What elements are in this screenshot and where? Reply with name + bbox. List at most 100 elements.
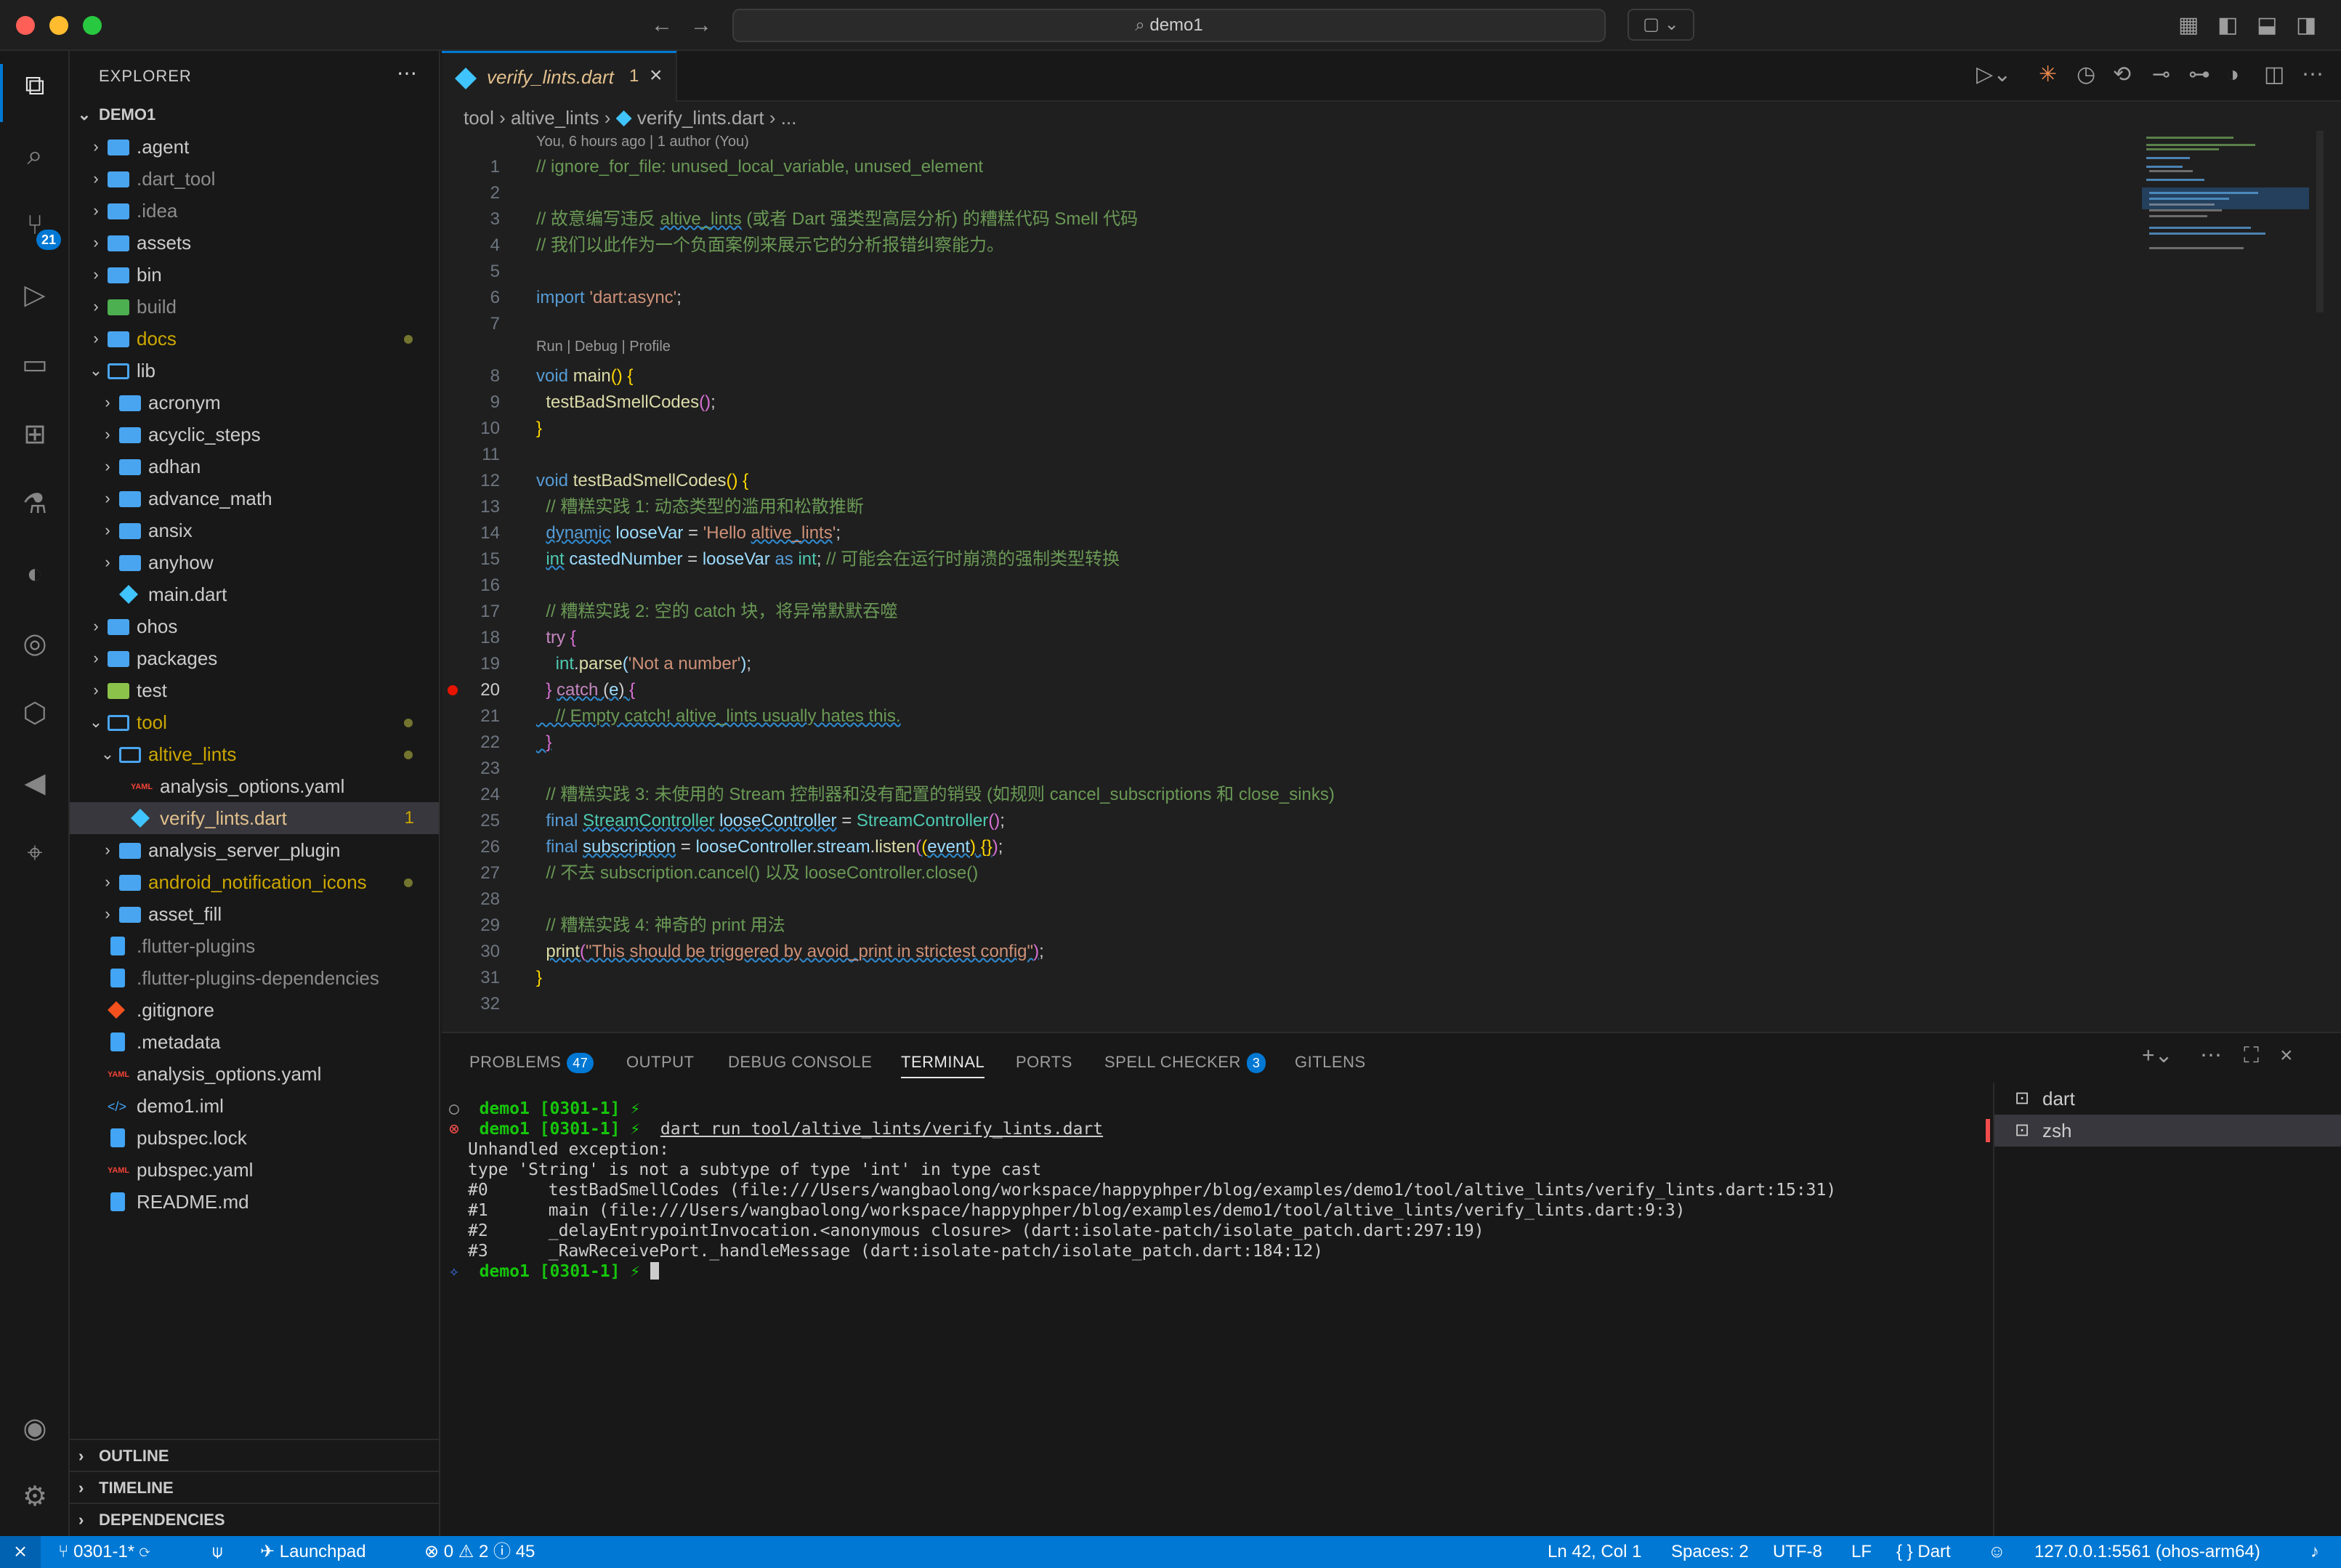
- explorer-item[interactable]: › docs: [70, 323, 439, 355]
- explorer-item[interactable]: › acronym: [70, 387, 439, 419]
- breadcrumb-item[interactable]: altive_lints: [511, 107, 599, 129]
- explorer-item[interactable]: main.dart: [70, 578, 439, 610]
- explorer-item[interactable]: › asset_fill: [70, 898, 439, 930]
- command-center-search[interactable]: ⌕ demo1: [732, 9, 1606, 42]
- forward-arrow-icon[interactable]: →: [690, 13, 712, 38]
- explorer-item[interactable]: .metadata: [70, 1026, 439, 1058]
- explorer-item[interactable]: verify_lints.dart 1: [70, 802, 439, 834]
- git-blame-lens[interactable]: You, 6 hours ago | 1 author (You): [536, 134, 749, 150]
- explorer-item[interactable]: pubspec.lock: [70, 1122, 439, 1154]
- maximize-panel-icon[interactable]: ⛶: [2244, 1043, 2259, 1068]
- close-panel-icon[interactable]: ×: [2280, 1043, 2293, 1068]
- panel-tab-terminal[interactable]: TERMINAL: [901, 1046, 985, 1078]
- explorer-item[interactable]: › acyclic_steps: [70, 419, 439, 450]
- panel-tab-debug-console[interactable]: DEBUG CONSOLE: [728, 1046, 872, 1078]
- explorer-item[interactable]: › android_notification_icons: [70, 866, 439, 898]
- explorer-item[interactable]: › ansix: [70, 514, 439, 546]
- accounts-icon[interactable]: ◉: [15, 1408, 55, 1449]
- explorer-item[interactable]: ⌄ lib: [70, 355, 439, 387]
- explorer-item[interactable]: › assets: [70, 227, 439, 259]
- settings-gear-icon[interactable]: ⚙: [15, 1476, 55, 1517]
- timeline-section[interactable]: › TIMELINE: [70, 1471, 439, 1503]
- notifications-bell-icon[interactable]: ♪: [2310, 1536, 2319, 1568]
- copilot-chat-button[interactable]: ▢ ⌄: [1628, 9, 1694, 41]
- toggle-secondary-sidebar-icon[interactable]: ◨: [2296, 13, 2316, 38]
- claude-icon[interactable]: ✳: [2039, 62, 2057, 87]
- toggle-primary-sidebar-icon[interactable]: ◧: [2217, 13, 2238, 38]
- explorer-item[interactable]: </> demo1.iml: [70, 1090, 439, 1122]
- end-of-line[interactable]: LF: [1851, 1536, 1872, 1568]
- back-arrow-icon[interactable]: ←: [651, 13, 673, 38]
- workspace-root[interactable]: ⌄ DEMO1: [70, 99, 439, 131]
- cursor-position[interactable]: Ln 42, Col 1: [1548, 1536, 1641, 1568]
- explorer-item[interactable]: README.md: [70, 1186, 439, 1218]
- new-terminal-icon[interactable]: +⌄: [2142, 1043, 2173, 1068]
- explorer-icon[interactable]: ⧉: [15, 65, 55, 106]
- search-icon[interactable]: ⌕: [15, 135, 55, 176]
- explorer-item[interactable]: › ohos: [70, 610, 439, 642]
- next-change-icon[interactable]: ⊶: [2188, 62, 2210, 87]
- explorer-item[interactable]: › advance_math: [70, 482, 439, 514]
- source-control-icon[interactable]: ⑂ 21: [15, 205, 62, 250]
- terminal-item-zsh[interactable]: ⊡ zsh: [1986, 1115, 2341, 1147]
- panel-tab-ports[interactable]: PORTS: [1016, 1046, 1072, 1078]
- run-dropdown-icon[interactable]: ▷⌄: [1976, 62, 2011, 87]
- testing-icon[interactable]: ⚗: [15, 484, 55, 525]
- explorer-item[interactable]: › anyhow: [70, 546, 439, 578]
- run-debug-icon[interactable]: ▷: [15, 275, 55, 315]
- more-actions-icon[interactable]: ⋯: [397, 61, 417, 85]
- branch-indicator[interactable]: ⑂ 0301-1* ⟳: [58, 1536, 150, 1568]
- explorer-item[interactable]: › analysis_server_plugin: [70, 834, 439, 866]
- containers-icon[interactable]: ⬡: [15, 693, 55, 734]
- remote-explorer-icon[interactable]: ▭: [15, 344, 55, 385]
- toggle-panel-icon[interactable]: ⬓: [2257, 13, 2277, 38]
- breadcrumb-item[interactable]: ...: [781, 107, 797, 129]
- terminal-item-dart[interactable]: ⊡ dart: [1994, 1083, 2341, 1115]
- minimap[interactable]: [2142, 131, 2324, 320]
- scan-icon[interactable]: ⌖: [15, 833, 55, 873]
- extensions-icon[interactable]: ⊞: [15, 414, 55, 455]
- gitlens-icon[interactable]: ◐: [15, 554, 55, 594]
- explorer-item[interactable]: › .dart_tool: [70, 163, 439, 195]
- previous-change-icon[interactable]: ⟲: [2113, 62, 2131, 87]
- explorer-item[interactable]: .flutter-plugins-dependencies: [70, 962, 439, 994]
- explorer-item[interactable]: › .idea: [70, 195, 439, 227]
- explorer-item[interactable]: .flutter-plugins: [70, 930, 439, 962]
- close-window-button[interactable]: [16, 16, 35, 35]
- split-editor-icon[interactable]: ◫: [2264, 62, 2284, 87]
- language-mode[interactable]: { } Dart: [1896, 1536, 1951, 1568]
- device-indicator[interactable]: 127.0.0.1:5561 (ohos-arm64): [2034, 1536, 2260, 1568]
- explorer-item[interactable]: › adhan: [70, 450, 439, 482]
- panel-tab-output[interactable]: OUTPUT: [626, 1046, 694, 1078]
- minimize-window-button[interactable]: [49, 16, 68, 35]
- dependencies-section[interactable]: › DEPENDENCIES: [70, 1503, 439, 1535]
- timeline-icon[interactable]: ◷: [2077, 62, 2095, 87]
- panel-more-actions-icon[interactable]: ⋯: [2200, 1043, 2222, 1068]
- indentation[interactable]: Spaces: 2: [1671, 1536, 1749, 1568]
- copilot-icon[interactable]: ☺: [1988, 1536, 2006, 1568]
- explorer-item[interactable]: ⌄ altive_lints: [70, 738, 439, 770]
- explorer-item[interactable]: › bin: [70, 259, 439, 291]
- breadcrumb-item[interactable]: tool: [464, 107, 494, 129]
- commit-icon[interactable]: ⊸: [2152, 62, 2170, 87]
- explorer-item[interactable]: › build: [70, 291, 439, 323]
- encoding[interactable]: UTF-8: [1773, 1536, 1822, 1568]
- explorer-item[interactable]: ⌄ tool: [70, 706, 439, 738]
- editor-more-actions-icon[interactable]: ⋯: [2302, 62, 2324, 87]
- explorer-item[interactable]: › .agent: [70, 131, 439, 163]
- outline-section[interactable]: › OUTLINE: [70, 1439, 439, 1471]
- explorer-item[interactable]: › test: [70, 674, 439, 706]
- remote-indicator[interactable]: ⨯: [0, 1536, 41, 1568]
- customize-layout-icon[interactable]: ▦: [2178, 13, 2199, 38]
- explorer-item[interactable]: YAML analysis_options.yaml: [70, 1058, 439, 1090]
- explorer-item[interactable]: YAML analysis_options.yaml: [70, 770, 439, 802]
- close-tab-icon[interactable]: ×: [650, 63, 663, 88]
- panel-tab-spell-checker[interactable]: SPELL CHECKER 3: [1104, 1046, 1266, 1078]
- breadcrumb-item[interactable]: verify_lints.dart: [637, 107, 764, 129]
- gitlens-inspect-icon[interactable]: ◑: [2226, 62, 2239, 87]
- problems-indicator[interactable]: ⊗ 0 ⚠ 2 ⓘ 45: [424, 1536, 535, 1568]
- run-debug-codelens[interactable]: Run | Debug | Profile: [536, 339, 671, 355]
- panel-tab-gitlens[interactable]: GITLENS: [1295, 1046, 1366, 1078]
- launchpad-button[interactable]: ✈ Launchpad: [260, 1536, 366, 1568]
- flutter-icon[interactable]: ◀: [15, 763, 55, 804]
